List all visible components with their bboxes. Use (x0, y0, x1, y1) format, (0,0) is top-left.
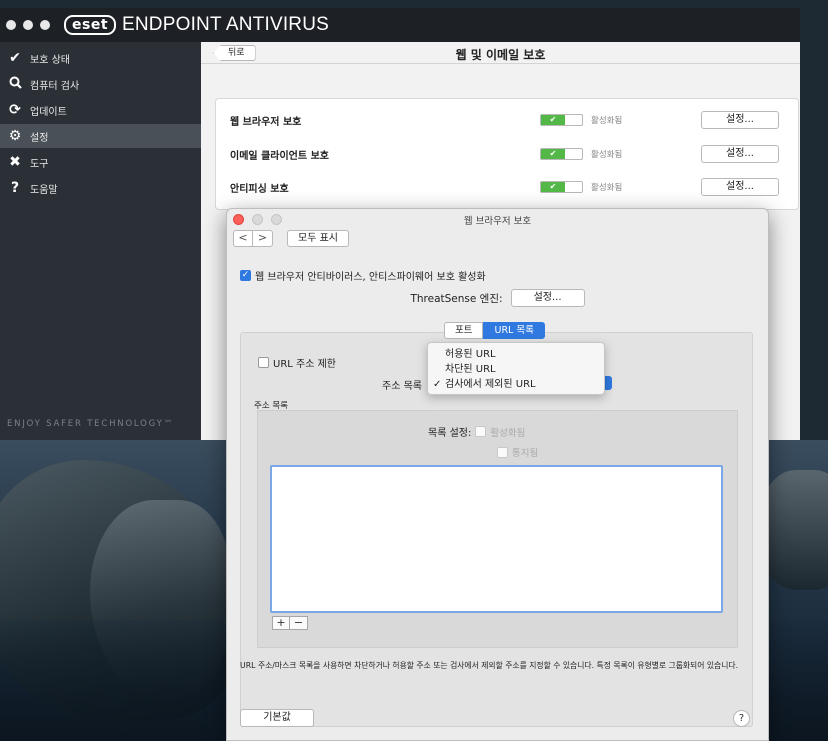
sidebar-item-label: 설정 (30, 132, 49, 144)
dialog-nav: < > (233, 230, 273, 247)
list-setting-row: 목록 설정: 활성화됨 (428, 424, 525, 439)
tab-ports[interactable]: 포트 (444, 322, 484, 339)
web-browser-protection-dialog: 웹 브라우저 보호 < > 모두 표시 ✓ 웹 브라우저 안티바이러스, 안티스… (226, 208, 769, 741)
enable-protection-row: ✓ 웹 브라우저 안티바이러스, 안티스파이웨어 보호 활성화 (240, 268, 486, 283)
close-window-button[interactable] (6, 20, 16, 30)
sidebar: ✔ 보호 상태 컴퓨터 검사 ⟳ 업데이트 ⚙ 설정 ✖ 도구 ? 도움말 EN… (0, 42, 201, 440)
sidebar-item-settings[interactable]: ⚙ 설정 (0, 124, 201, 148)
menu-item-allowed-urls[interactable]: 허용된 URL (428, 347, 604, 362)
sidebar-item-update[interactable]: ⟳ 업데이트 (0, 98, 201, 122)
protection-row-email: 이메일 클라이언트 보호 ✔ 활성화됨 설정... (230, 143, 790, 165)
eset-logo: eset (64, 15, 117, 35)
antiphishing-toggle[interactable]: ✔ (540, 181, 583, 193)
dialog-title: 웹 브라우저 보호 (463, 216, 532, 227)
dialog-title-bar: 웹 브라우저 보호 (227, 209, 768, 229)
url-limit-label: URL 주소 제한 (273, 359, 336, 370)
url-limit-row: URL 주소 제한 (258, 355, 336, 370)
gear-icon: ⚙ (8, 128, 22, 144)
show-all-button[interactable]: 모두 표시 (287, 230, 349, 247)
sidebar-item-computer-scan[interactable]: 컴퓨터 검사 (0, 72, 201, 96)
menu-item-label: 허용된 URL (445, 349, 496, 360)
refresh-icon: ⟳ (9, 102, 21, 118)
email-protection-toggle[interactable]: ✔ (540, 148, 583, 160)
nav-back-button[interactable]: < (233, 230, 253, 247)
check-icon: ✔ (541, 149, 565, 159)
menu-item-excluded-urls[interactable]: ✓ 검사에서 제외된 URL (428, 377, 604, 392)
threatsense-row: ThreatSense 엔진: 설정... (227, 289, 768, 307)
web-protection-settings-button[interactable]: 설정... (701, 111, 779, 129)
tools-icon: ✖ (9, 154, 21, 170)
page-title: 웹 및 이메일 보호 (455, 48, 546, 62)
checkmark-icon: ✔ (9, 50, 21, 66)
title-bar: eset ENDPOINT ANTIVIRUS (0, 8, 800, 42)
state-label: 활성화됨 (591, 183, 623, 193)
check-icon: ✔ (541, 182, 565, 192)
app-name: ENDPOINT ANTIVIRUS (122, 14, 330, 35)
nav-forward-button[interactable]: > (253, 230, 273, 247)
menu-item-label: 검사에서 제외된 URL (445, 379, 536, 390)
menu-item-blocked-urls[interactable]: 차단된 URL (428, 362, 604, 377)
protection-row-antiphishing: 안티피싱 보호 ✔ 활성화됨 설정... (230, 176, 790, 198)
add-url-button[interactable]: + (272, 616, 290, 630)
tab-url-list[interactable]: URL 목록 (483, 322, 545, 339)
window-controls (6, 20, 50, 30)
menu-item-label: 차단된 URL (445, 364, 496, 375)
enable-protection-label: 웹 브라우저 안티바이러스, 안티스파이웨어 보호 활성화 (255, 272, 486, 283)
state-label: 활성화됨 (591, 150, 623, 160)
check-icon: ✔ (541, 115, 565, 125)
zoom-window-button[interactable] (40, 20, 50, 30)
back-button[interactable]: 뒤로 (213, 45, 256, 61)
list-setting-label: 목록 설정: (428, 428, 472, 439)
list-notify-row: 통지됨 (497, 445, 538, 459)
rock-formation (760, 470, 828, 590)
address-list-select[interactable] (604, 376, 612, 390)
sidebar-item-help[interactable]: ? 도움말 (0, 176, 201, 200)
list-notify-label: 통지됨 (512, 448, 539, 459)
url-limit-checkbox[interactable] (258, 357, 269, 368)
list-enabled-checkbox[interactable] (475, 426, 487, 437)
protection-row-web: 웹 브라우저 보호 ✔ 활성화됨 설정... (230, 109, 790, 131)
sidebar-item-label: 도구 (30, 158, 49, 170)
list-notify-checkbox[interactable] (497, 446, 508, 458)
state-label: 활성화됨 (591, 116, 623, 126)
sidebar-item-label: 도움말 (30, 184, 58, 196)
remove-url-button[interactable]: − (290, 616, 308, 630)
url-list-description: URL 주소/마스크 목록을 사용하면 차단하거나 허용할 주소 또는 검사에서… (240, 661, 739, 670)
address-list-label: 주소 목록 (382, 381, 422, 392)
tab-control: 포트 URL 목록 (444, 322, 545, 339)
protection-label: 웹 브라우저 보호 (230, 116, 302, 128)
search-icon (6, 76, 24, 93)
checkmark-icon: ✓ (433, 379, 442, 390)
antiphishing-settings-button[interactable]: 설정... (701, 178, 779, 196)
default-button[interactable]: 기본값 (240, 709, 314, 727)
protection-label: 이메일 클라이언트 보호 (230, 150, 329, 162)
list-edit-buttons: + − (272, 616, 308, 630)
email-protection-settings-button[interactable]: 설정... (701, 145, 779, 163)
protection-label: 안티피싱 보호 (230, 183, 289, 195)
threatsense-settings-button[interactable]: 설정... (510, 289, 585, 307)
sidebar-item-protection-status[interactable]: ✔ 보호 상태 (0, 46, 201, 70)
help-button[interactable]: ? (733, 710, 750, 727)
sidebar-item-tools[interactable]: ✖ 도구 (0, 150, 201, 174)
enable-protection-checkbox[interactable]: ✓ (240, 270, 251, 281)
web-protection-toggle[interactable]: ✔ (540, 114, 583, 126)
tagline: ENJOY SAFER TECHNOLOGY™ (7, 419, 174, 429)
address-list-dropdown-menu: 허용된 URL 차단된 URL ✓ 검사에서 제외된 URL (427, 342, 605, 395)
sidebar-item-label: 보호 상태 (30, 54, 70, 66)
question-icon: ? (10, 180, 20, 196)
url-list-textarea[interactable] (270, 465, 723, 613)
sidebar-item-label: 업데이트 (30, 106, 67, 118)
content-header: 웹 및 이메일 보호 뒤로 (201, 42, 800, 64)
threatsense-label: ThreatSense 엔진: (410, 292, 503, 305)
list-enabled-label: 활성화됨 (490, 427, 526, 439)
protection-panel: 웹 브라우저 보호 ✔ 활성화됨 설정... 이메일 클라이언트 보호 ✔ 활성… (215, 98, 799, 210)
minimize-window-button[interactable] (23, 20, 33, 30)
sidebar-item-label: 컴퓨터 검사 (30, 80, 80, 92)
